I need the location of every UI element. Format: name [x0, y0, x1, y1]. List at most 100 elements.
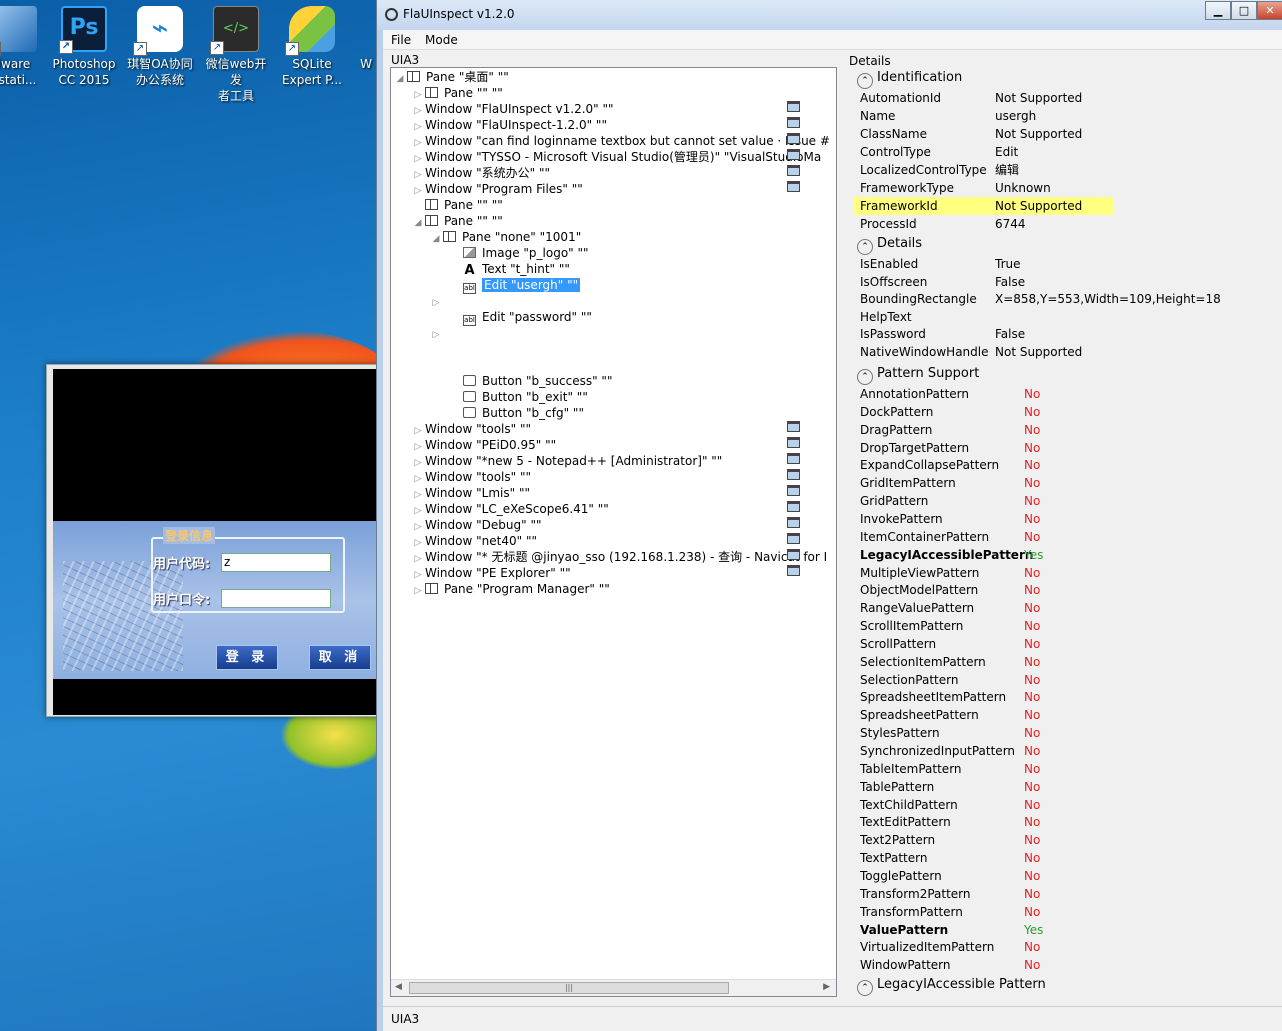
desktop-icon-photoshop[interactable]: Ps ↗ Photoshop CC 2015: [48, 4, 120, 88]
menu-file[interactable]: File: [391, 33, 411, 47]
pattern-row: ItemContainerPattern No: [860, 528, 1040, 546]
expand-arrow-icon[interactable]: ▷: [411, 455, 425, 471]
maximize-button[interactable]: □: [1231, 1, 1257, 20]
tree-node[interactable]: ▷ Window "* 无标题 @jinyao_sso (192.168.1.23…: [411, 549, 827, 565]
user-code-input[interactable]: z: [221, 553, 331, 572]
scroll-right-icon[interactable]: ▶: [823, 982, 830, 992]
property-name: Name: [860, 109, 896, 123]
property-value: No: [1024, 583, 1041, 598]
expand-arrow-icon[interactable]: ▷: [411, 423, 425, 439]
scrollbar-thumb[interactable]: |||: [409, 982, 729, 994]
expand-arrow-icon[interactable]: ▷: [411, 471, 425, 487]
expand-arrow-icon[interactable]: ▷: [411, 503, 425, 519]
tree-node[interactable]: ▷ Pane "" "": [411, 85, 503, 101]
tree-node[interactable]: ▷ Window "tools" "": [411, 421, 800, 439]
tree-node[interactable]: ▷ Window "Debug" "": [411, 517, 800, 535]
tree-node[interactable]: Button "b_exit" "": [449, 389, 588, 405]
expand-arrow-icon[interactable]: ▷: [411, 583, 425, 599]
tree-node[interactable]: ▷ Window "Program Files" "": [411, 181, 800, 199]
property-name: IsOffscreen: [860, 274, 928, 289]
property-name: WindowPattern: [860, 958, 951, 973]
expand-arrow-icon[interactable]: ▷: [411, 535, 425, 551]
tree-node[interactable]: ▷ Window "TYSSO - Microsoft Visual Studio…: [411, 149, 821, 165]
tree-node[interactable]: ▷ Window "FlaUInspect v1.2.0" "": [411, 101, 800, 119]
tree-node[interactable]: ▷ Window "LC_eXeScope6.41" "": [411, 501, 800, 519]
title-bar[interactable]: FlaUInspect v1.2.0 ▁ □ ✕: [377, 0, 1282, 30]
scroll-left-icon[interactable]: ◀: [395, 982, 402, 992]
tree-node[interactable]: ◢ Pane "" "": [411, 213, 503, 229]
details-section[interactable]: ⌃ Details: [857, 236, 922, 255]
tree-node[interactable]: Image "p_logo" "": [449, 245, 589, 261]
expand-arrow-icon[interactable]: ▷: [411, 135, 425, 151]
pattern-row: StylesPattern No: [860, 724, 1040, 742]
tree-node[interactable]: ▷ Window "系统办公" "": [411, 165, 800, 183]
pattern-row: Transform2Pattern No: [860, 885, 1040, 903]
desktop-icon-oa[interactable]: ⌁ ↗ 琪智OA协同 办公系统: [124, 4, 196, 88]
expand-arrow-icon[interactable]: ▷: [411, 439, 425, 455]
win-control-icon: [787, 485, 800, 496]
property-value: No: [1024, 565, 1041, 580]
expand-arrow-icon[interactable]: ▷: [429, 327, 443, 343]
collapse-chevron-icon[interactable]: ⌃: [857, 980, 873, 996]
pattern-row: SynchronizedInputPattern No: [860, 742, 1040, 760]
tree-node[interactable]: ◢ Pane "桌面" "": [393, 69, 509, 85]
collapse-chevron-icon[interactable]: ⌃: [857, 73, 873, 89]
collapse-chevron-icon[interactable]: ⌃: [857, 239, 873, 255]
tree-node-label: Pane "none" "1001": [462, 230, 582, 244]
pattern-row: WindowPattern No: [860, 956, 1040, 974]
expand-arrow-icon[interactable]: ▷: [429, 295, 443, 311]
desktop-icon-wechat-devtools[interactable]: </> ↗ 微信web开发 者工具: [200, 4, 272, 104]
tree-horizontal-scrollbar[interactable]: ◀ ||| ▶: [391, 979, 836, 996]
collapse-arrow-icon[interactable]: ◢: [429, 231, 443, 247]
cancel-button[interactable]: 取 消: [309, 645, 371, 670]
tree-node[interactable]: Button "b_success" "": [449, 373, 612, 389]
menu-mode[interactable]: Mode: [425, 33, 458, 47]
collapse-arrow-icon[interactable]: ◢: [393, 71, 407, 87]
tree-node[interactable]: ▷ Window "*new 5 - Notepad++ [Administrat…: [411, 453, 800, 471]
expand-arrow-icon[interactable]: ▷: [411, 151, 425, 167]
desktop-icon-vmware[interactable]: ↗ lware kstati...: [0, 4, 50, 88]
tree-node[interactable]: ▷ Window "PE Explorer" "": [411, 565, 800, 583]
tree-node[interactable]: ◢ Pane "none" "1001": [429, 229, 582, 247]
pattern-row: ScrollPattern No: [860, 635, 1040, 653]
tree-node[interactable]: [449, 341, 463, 357]
tree-node[interactable]: ▷ Window "tools" "": [411, 469, 800, 487]
property-name: LegacyIAccessiblePattern: [860, 547, 1034, 562]
close-button[interactable]: ✕: [1257, 1, 1282, 20]
tree-node[interactable]: A Text "t_hint" "": [449, 261, 569, 277]
expand-arrow-icon[interactable]: ▷: [411, 103, 425, 119]
collapse-chevron-icon[interactable]: ⌃: [857, 369, 873, 385]
expand-arrow-icon[interactable]: ▷: [411, 551, 425, 567]
legacy-accessible-section[interactable]: ⌃ LegacyIAccessible Pattern: [857, 977, 1046, 996]
expand-arrow-icon[interactable]: ▷: [411, 119, 425, 135]
tree-node[interactable]: abl Edit "password" "": [449, 309, 592, 326]
expand-arrow-icon[interactable]: ▷: [411, 167, 425, 183]
tree-node[interactable]: abl Edit "usergh" "": [449, 277, 581, 294]
password-input[interactable]: [221, 589, 331, 608]
tree-node[interactable]: Pane "" "": [411, 197, 503, 213]
login-button[interactable]: 登 录: [216, 645, 278, 670]
identification-section[interactable]: ⌃ Identification: [857, 70, 962, 89]
tree-node[interactable]: ▷: [429, 325, 443, 341]
expand-arrow-icon[interactable]: ▷: [411, 567, 425, 583]
minimize-button[interactable]: ▁: [1205, 1, 1231, 20]
tree-node[interactable]: ▷ Window "PEiD0.95" "": [411, 437, 800, 455]
btn-control-icon: [463, 391, 476, 402]
tree-node[interactable]: [449, 357, 463, 373]
tree-node[interactable]: ▷ Window "FlaUInspect-1.2.0" "": [411, 117, 800, 135]
tree-node[interactable]: ▷ Window "net40" "": [411, 533, 800, 551]
tree-node[interactable]: ▷: [429, 293, 443, 309]
expand-arrow-icon[interactable]: ▷: [411, 519, 425, 535]
tree-node[interactable]: Button "b_cfg" "": [449, 405, 584, 421]
expand-arrow-icon[interactable]: ▷: [411, 87, 425, 103]
expand-arrow-icon[interactable]: ▷: [411, 487, 425, 503]
tree-node[interactable]: ▷ Window "can find loginname textbox but …: [411, 133, 830, 149]
win-control-icon: [787, 549, 800, 560]
pattern-support-section[interactable]: ⌃ Pattern Support: [857, 366, 979, 385]
element-tree[interactable]: ▷ Pane "Program Manager" "" ▷ Window "PE Ex…: [390, 67, 837, 997]
property-value: Yes: [1024, 547, 1044, 562]
tree-node[interactable]: ▷ Window "Lmis" "": [411, 485, 800, 503]
expand-arrow-icon[interactable]: ▷: [411, 183, 425, 199]
collapse-arrow-icon[interactable]: ◢: [411, 215, 425, 231]
tree-node[interactable]: ▷ Pane "Program Manager" "": [411, 581, 610, 597]
